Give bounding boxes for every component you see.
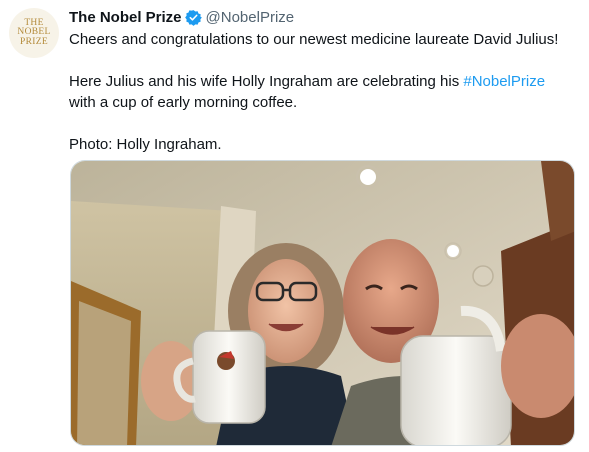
verified-badge-icon — [184, 9, 202, 26]
user-handle[interactable]: @NobelPrize — [206, 9, 295, 26]
hashtag-link[interactable]: #NobelPrize — [463, 73, 545, 90]
photo-icon — [71, 161, 574, 445]
tweet-line-1: Cheers and congratulations to our newest… — [69, 31, 559, 48]
avatar[interactable]: THE NOBEL PRIZE — [9, 8, 59, 58]
tweet-line-2: Here Julius and his wife Holly Ingraham … — [69, 71, 574, 113]
tweet-text: Cheers and congratulations to our newest… — [69, 29, 574, 155]
tweet-header: The Nobel Prize @NobelPrize — [69, 6, 294, 28]
tweet-photo-credit: Photo: Holly Ingraham. — [69, 136, 222, 153]
tweet-line-2-continued: with a cup of early morning coffee. — [69, 94, 298, 111]
avatar-logo-line-3: PRIZE — [20, 36, 48, 47]
tweet-line-2-text: Here Julius and his wife Holly Ingraham … — [69, 73, 464, 90]
tweet-photo[interactable] — [70, 160, 575, 446]
display-name[interactable]: The Nobel Prize — [69, 9, 182, 26]
